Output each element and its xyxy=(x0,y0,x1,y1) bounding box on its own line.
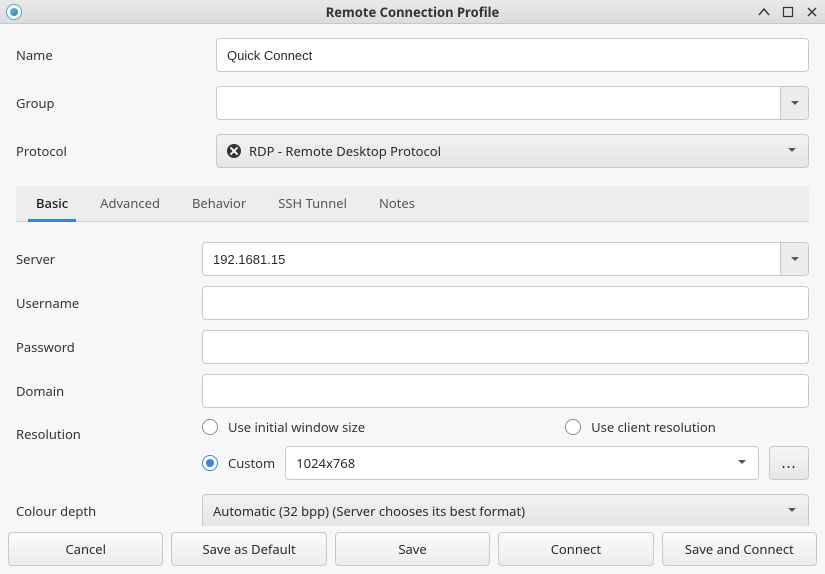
rdp-icon xyxy=(227,144,241,158)
save-button[interactable]: Save xyxy=(335,532,490,566)
colour-depth-select[interactable]: Automatic (32 bpp) (Server chooses its b… xyxy=(202,494,809,526)
server-input[interactable] xyxy=(203,243,780,275)
header-form: Name Group Protocol xyxy=(0,24,825,186)
colour-depth-label: Colour depth xyxy=(16,502,202,520)
row-name: Name xyxy=(16,38,809,72)
connect-button[interactable]: Connect xyxy=(498,532,653,566)
rollup-icon[interactable] xyxy=(757,5,771,19)
tab-advanced[interactable]: Advanced xyxy=(84,185,176,221)
name-input[interactable] xyxy=(216,38,809,72)
radio-icon xyxy=(565,419,581,435)
radio-client-resolution[interactable]: Use client resolution xyxy=(565,418,716,436)
domain-input[interactable] xyxy=(202,374,809,408)
button-bar: Cancel Save as Default Save Connect Save… xyxy=(0,526,825,574)
name-label: Name xyxy=(16,46,216,64)
domain-label: Domain xyxy=(16,382,202,400)
username-label: Username xyxy=(16,294,202,312)
radio-custom-label: Custom xyxy=(228,454,275,472)
radio-icon-checked xyxy=(202,455,218,471)
resolution-more-button[interactable]: ... xyxy=(769,446,809,480)
save-and-connect-button[interactable]: Save and Connect xyxy=(662,532,817,566)
app-icon xyxy=(6,4,22,20)
window-root: Remote Connection Profile Name Group xyxy=(0,0,825,574)
group-label: Group xyxy=(16,94,216,112)
row-colour-depth: Colour depth Automatic (32 bpp) (Server … xyxy=(16,494,809,526)
window-controls xyxy=(757,5,819,19)
row-protocol: Protocol RDP - Remote Desktop Protocol xyxy=(16,134,809,168)
radio-custom-row: Custom 1024x768 ... xyxy=(202,446,809,480)
tab-body-basic: Server Username Password Domain xyxy=(0,222,825,526)
server-label: Server xyxy=(16,250,202,268)
chevron-down-icon xyxy=(736,454,748,472)
row-password: Password xyxy=(16,330,809,364)
radio-icon xyxy=(202,419,218,435)
server-combo[interactable] xyxy=(202,242,809,276)
tab-behavior[interactable]: Behavior xyxy=(176,185,262,221)
password-input[interactable] xyxy=(202,330,809,364)
chevron-down-icon xyxy=(786,142,798,160)
titlebar: Remote Connection Profile xyxy=(0,0,825,24)
radio-initial-window-size[interactable]: Use initial window size xyxy=(202,418,365,436)
password-label: Password xyxy=(16,338,202,356)
username-input[interactable] xyxy=(202,286,809,320)
radio-custom[interactable]: Custom xyxy=(202,454,275,472)
save-as-default-button[interactable]: Save as Default xyxy=(171,532,326,566)
protocol-value: RDP - Remote Desktop Protocol xyxy=(249,142,441,160)
radio-client-label: Use client resolution xyxy=(591,418,716,436)
window-title: Remote Connection Profile xyxy=(0,3,825,21)
tab-basic[interactable]: Basic xyxy=(20,185,84,221)
tab-ssh[interactable]: SSH Tunnel xyxy=(262,185,363,221)
cancel-button[interactable]: Cancel xyxy=(8,532,163,566)
resolution-label: Resolution xyxy=(16,418,202,443)
server-dropdown-button[interactable] xyxy=(780,243,808,275)
custom-resolution-value: 1024x768 xyxy=(296,454,355,472)
row-group: Group xyxy=(16,86,809,120)
protocol-select[interactable]: RDP - Remote Desktop Protocol xyxy=(216,134,809,168)
maximize-icon[interactable] xyxy=(781,5,795,19)
group-dropdown-button[interactable] xyxy=(780,87,808,119)
tab-notes[interactable]: Notes xyxy=(363,185,431,221)
radio-initial-label: Use initial window size xyxy=(228,418,365,436)
row-server: Server xyxy=(16,242,809,276)
resolution-radio-group: Use initial window size Use client resol… xyxy=(202,418,809,436)
close-icon[interactable] xyxy=(805,5,819,19)
group-combo[interactable] xyxy=(216,86,809,120)
row-domain: Domain xyxy=(16,374,809,408)
colour-depth-value: Automatic (32 bpp) (Server chooses its b… xyxy=(213,502,525,520)
chevron-down-icon xyxy=(786,502,798,520)
protocol-label: Protocol xyxy=(16,142,216,160)
row-resolution: Resolution Use initial window size Use c… xyxy=(16,418,809,480)
row-username: Username xyxy=(16,286,809,320)
custom-resolution-select[interactable]: 1024x768 xyxy=(285,446,759,480)
group-input[interactable] xyxy=(217,87,780,119)
tabbar: Basic Advanced Behavior SSH Tunnel Notes xyxy=(16,186,809,222)
